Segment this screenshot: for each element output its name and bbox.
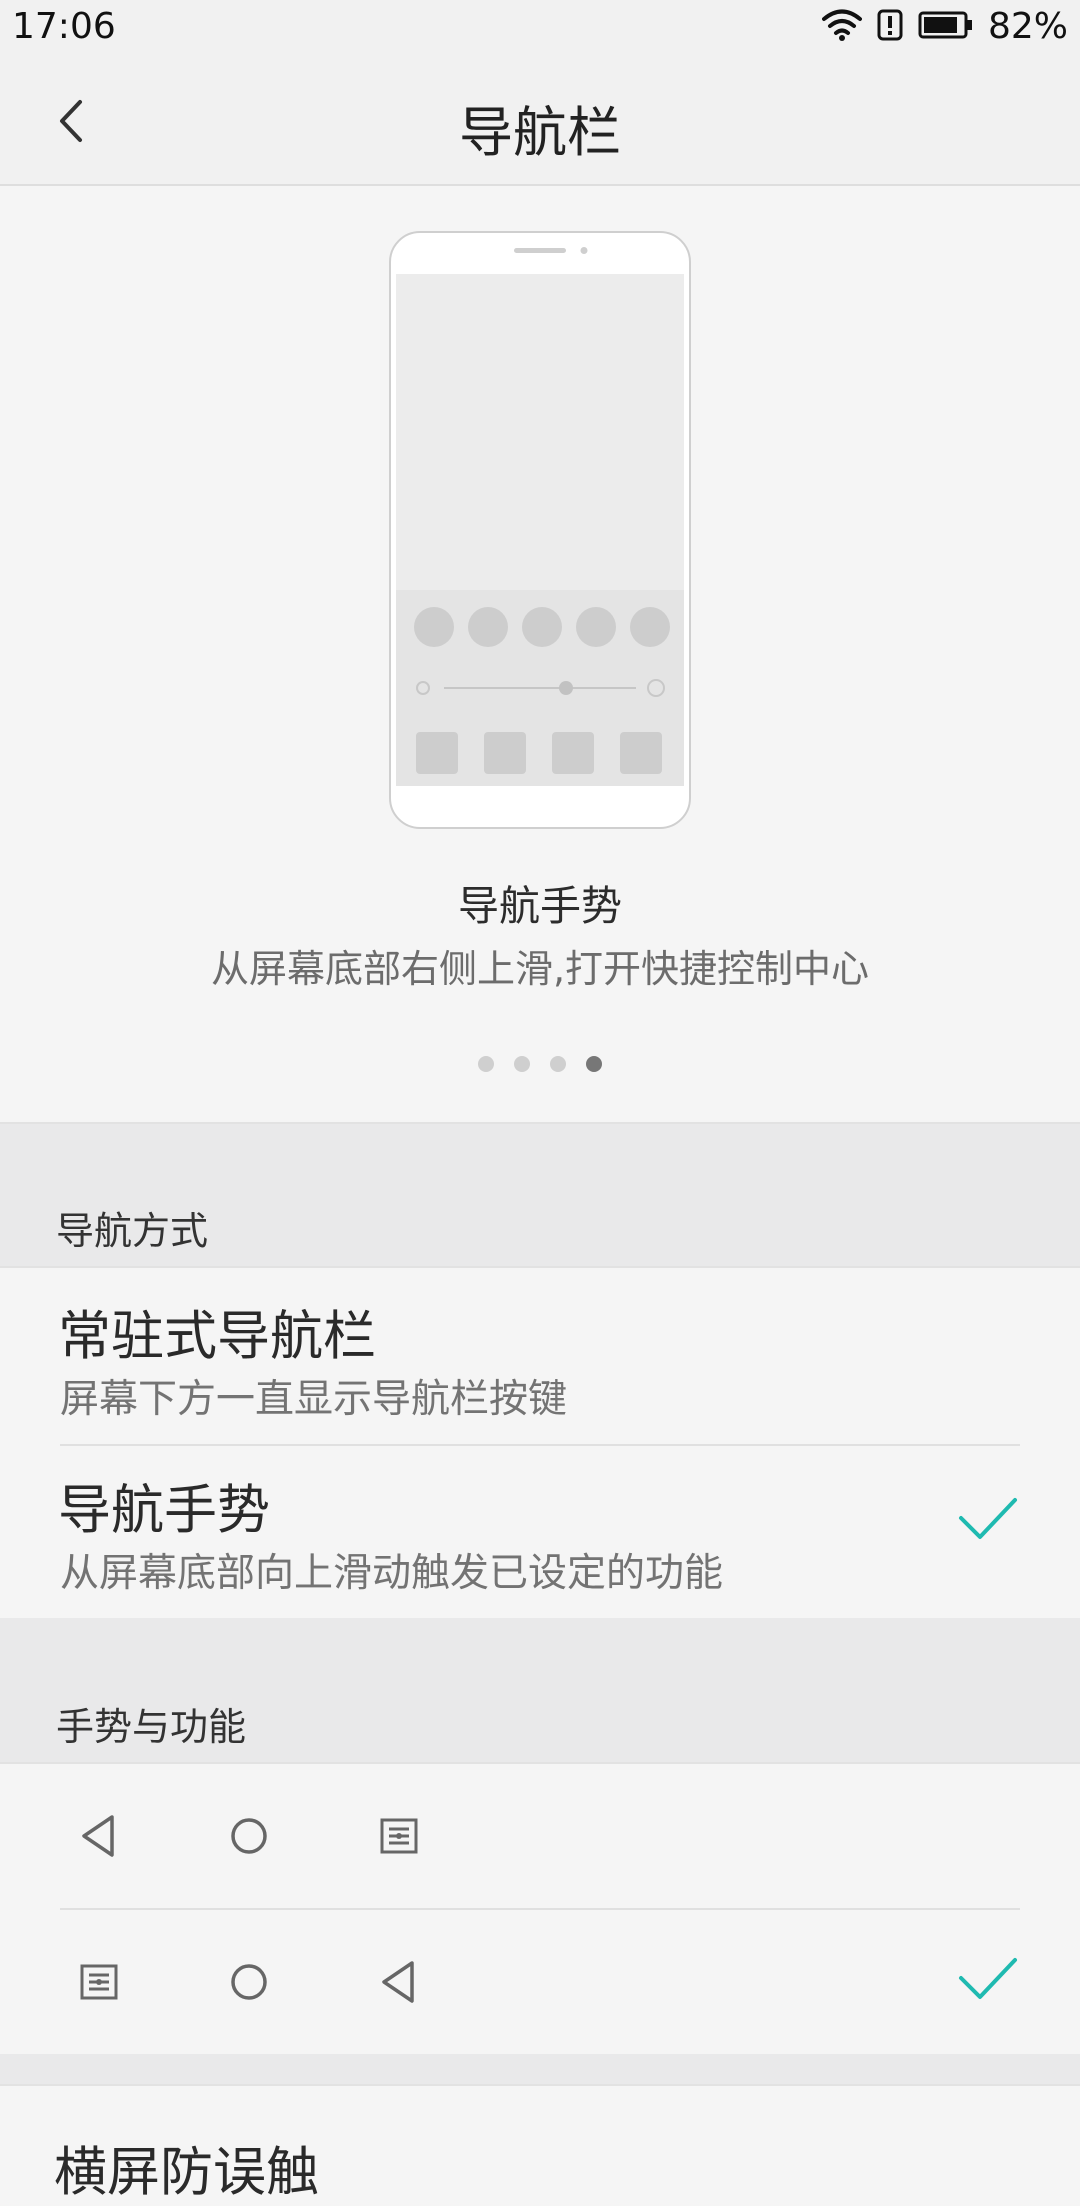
option-persistent-navbar[interactable]: 常驻式导航栏 屏幕下方一直显示导航栏按键 — [0, 1268, 1080, 1444]
preview-carousel[interactable]: 导航手势 从屏幕底部右侧上滑,打开快捷控制中心 — [0, 186, 1080, 1124]
checkmark-icon — [959, 1958, 1017, 1999]
battery-icon — [918, 10, 974, 44]
section-header-nav-mode: 导航方式 — [0, 1124, 1080, 1266]
checkmark-icon — [959, 1498, 1017, 1539]
option-subtitle: 从屏幕底部向上滑动触发已设定的功能 — [60, 1551, 724, 1596]
option-title: 导航手势 — [58, 1480, 270, 1541]
section-spacer — [0, 2054, 1080, 2084]
bottom-setting-row[interactable]: 横屏防误触 — [0, 2084, 1080, 2203]
preview-description: 从屏幕底部右侧上滑,打开快捷控制中心 — [210, 947, 870, 991]
menu-icon — [71, 1954, 127, 2010]
home-circle-icon — [221, 1954, 277, 2010]
page-dot — [514, 1056, 530, 1072]
gesture-layout-option-2[interactable] — [0, 1910, 1080, 2054]
page-title: 导航栏 — [459, 101, 621, 164]
section-header-gestures: 手势与功能 — [0, 1618, 1080, 1762]
back-triangle-icon — [70, 1808, 126, 1864]
home-circle-icon — [221, 1808, 277, 1864]
wifi-icon — [821, 8, 862, 46]
option-title: 常驻式导航栏 — [58, 1306, 376, 1367]
gesture-layout-list — [0, 1762, 1080, 2056]
status-icons: 82% — [821, 6, 1068, 47]
preview-title: 导航手势 — [458, 882, 622, 930]
option-title: 横屏防误触 — [54, 2142, 319, 2203]
status-time: 17:06 — [12, 6, 116, 47]
alert-icon — [876, 8, 904, 46]
title-bar: 导航栏 — [0, 58, 1080, 186]
status-bar: 17:06 82% — [0, 0, 1080, 58]
battery-percent: 82% — [987, 6, 1068, 47]
page-indicator — [0, 1056, 1080, 1072]
gesture-layout-option-1[interactable] — [0, 1764, 1080, 1908]
section-label: 手势与功能 — [56, 1705, 247, 1749]
page-dot — [550, 1056, 566, 1072]
back-triangle-icon — [370, 1954, 426, 2010]
nav-mode-list: 常驻式导航栏 屏幕下方一直显示导航栏按键 导航手势 从屏幕底部向上滑动触发已设定… — [0, 1266, 1080, 1620]
page-dot-active — [586, 1056, 602, 1072]
menu-icon — [371, 1808, 427, 1864]
option-subtitle: 屏幕下方一直显示导航栏按键 — [60, 1377, 568, 1422]
section-label: 导航方式 — [56, 1209, 209, 1253]
page-dot — [478, 1056, 494, 1072]
phone-illustration — [389, 231, 691, 829]
option-nav-gesture[interactable]: 导航手势 从屏幕底部向上滑动触发已设定的功能 — [0, 1446, 1080, 1618]
